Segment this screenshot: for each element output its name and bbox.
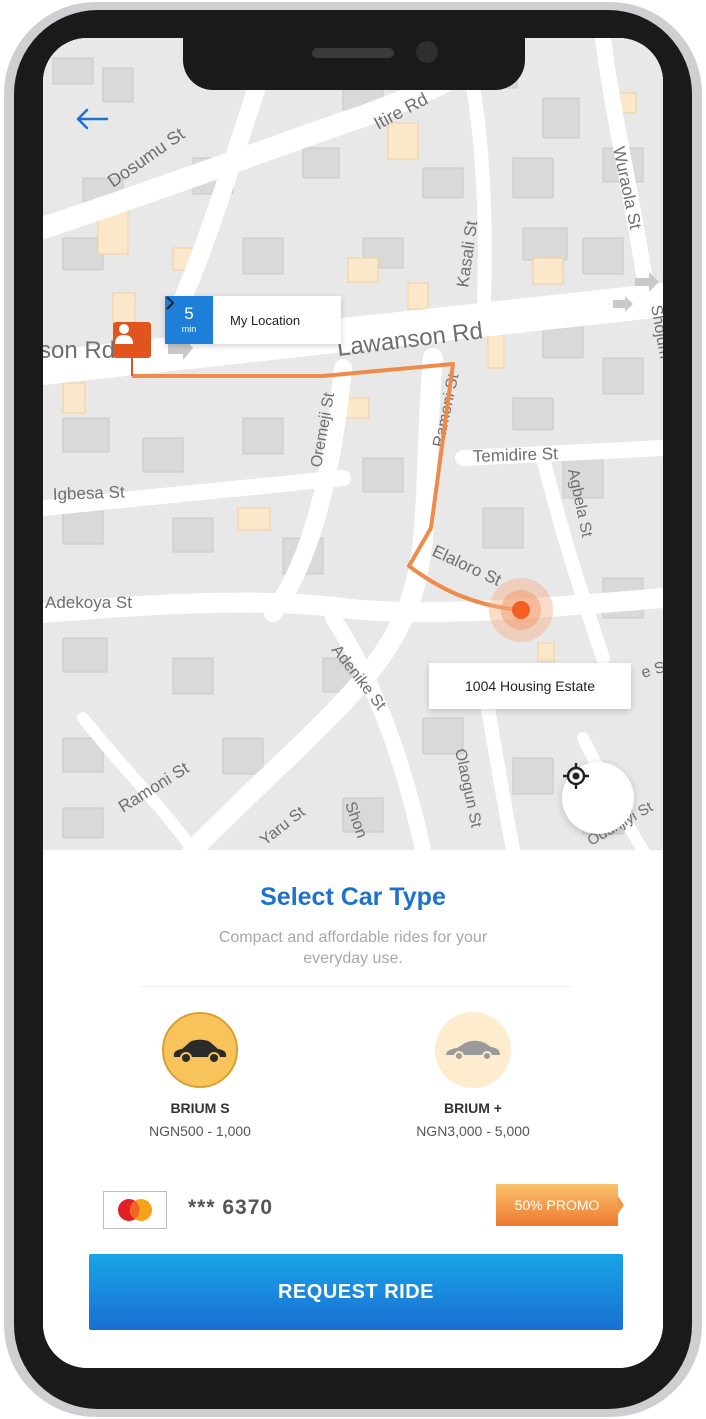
svg-text:Adekoya St: Adekoya St bbox=[45, 593, 132, 612]
request-ride-button[interactable]: REQUEST RIDE bbox=[89, 1254, 623, 1330]
destination-marker bbox=[512, 601, 530, 619]
car-name: BRIUM + bbox=[444, 1100, 502, 1116]
eta-unit: min bbox=[181, 324, 197, 334]
arrow-left-icon bbox=[76, 108, 109, 130]
map-view[interactable]: Dosumu St Itire Rd Wuraola St Kasali St … bbox=[43, 38, 663, 850]
svg-text:Temidire St: Temidire St bbox=[472, 444, 558, 466]
mastercard-logo[interactable] bbox=[103, 1191, 167, 1229]
car-icon bbox=[162, 1012, 238, 1088]
recenter-button[interactable] bbox=[562, 762, 634, 834]
car-option-brium-plus[interactable]: BRIUM + NGN3,000 - 5,000 bbox=[373, 1012, 573, 1139]
speaker bbox=[312, 48, 394, 58]
divider bbox=[141, 986, 571, 987]
promo-badge-tip bbox=[618, 1196, 624, 1214]
front-camera bbox=[416, 41, 438, 63]
notch bbox=[183, 38, 525, 90]
crosshair-icon bbox=[563, 763, 589, 789]
car-price: NGN3,000 - 5,000 bbox=[416, 1123, 530, 1139]
origin-pin bbox=[113, 322, 151, 358]
sheet-subtitle: Compact and affordable rides for your ev… bbox=[218, 929, 488, 967]
svg-text:son Rd: son Rd bbox=[43, 337, 115, 364]
svg-text:Igbesa St: Igbesa St bbox=[52, 482, 125, 504]
my-location-card[interactable]: 5 min My Location bbox=[165, 296, 341, 344]
eta-number: 5 bbox=[184, 304, 194, 323]
destination-card[interactable]: 1004 Housing Estate bbox=[429, 663, 631, 709]
sheet-title: Select Car Type bbox=[260, 883, 446, 911]
app-screen: Dosumu St Itire Rd Wuraola St Kasali St … bbox=[43, 38, 663, 1368]
promo-badge[interactable]: 50% PROMO bbox=[496, 1184, 618, 1226]
origin-pin-stem bbox=[131, 358, 133, 376]
car-type-sheet: Select Car Type Compact and affordable r… bbox=[43, 850, 663, 1368]
car-name: BRIUM S bbox=[170, 1100, 230, 1116]
user-icon bbox=[115, 324, 133, 344]
destination-label: 1004 Housing Estate bbox=[465, 678, 595, 694]
car-icon bbox=[435, 1012, 511, 1088]
card-number[interactable]: *** 6370 bbox=[188, 1196, 273, 1220]
my-location-label: My Location bbox=[230, 312, 301, 328]
car-price: NGN500 - 1,000 bbox=[149, 1123, 251, 1139]
back-button[interactable] bbox=[75, 108, 111, 138]
car-option-brium-s[interactable]: BRIUM S NGN500 - 1,000 bbox=[100, 1012, 300, 1139]
map-canvas[interactable]: Dosumu St Itire Rd Wuraola St Kasali St … bbox=[43, 38, 663, 850]
